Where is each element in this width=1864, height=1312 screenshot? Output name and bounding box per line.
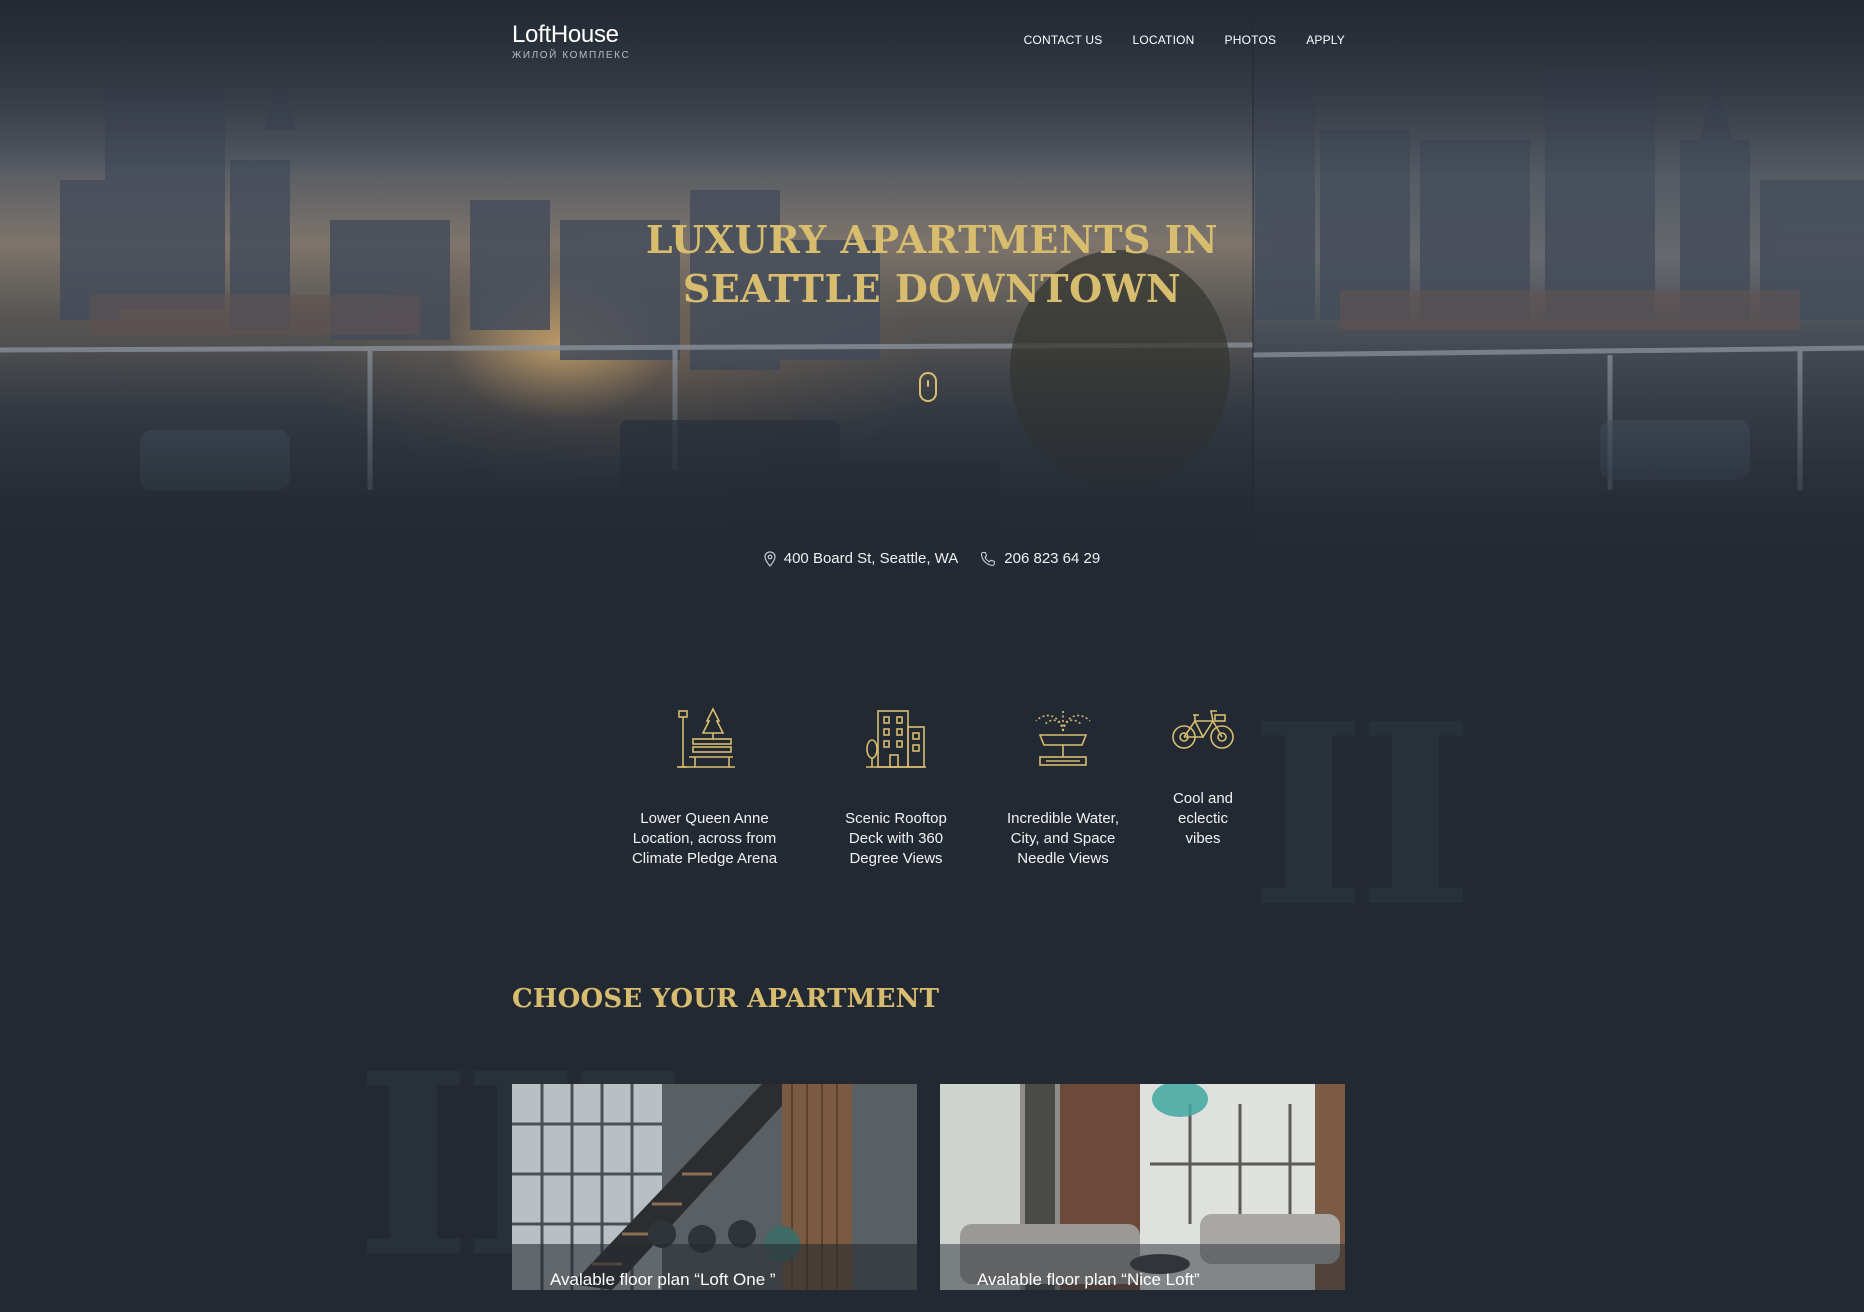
nav-photos[interactable]: PHOTOS bbox=[1225, 33, 1277, 47]
feature-text: Lower Queen Anne Location, across from C… bbox=[631, 810, 778, 867]
phone-icon bbox=[981, 551, 996, 566]
building-icon bbox=[866, 710, 926, 768]
feature-vibes: Cool and eclectic vibes bbox=[1168, 705, 1238, 849]
apartment-card-label: Avalable floor plan “Loft One ” bbox=[550, 1270, 776, 1289]
logo-name: LoftHouse bbox=[512, 21, 619, 48]
hero-section: LUXURY APARTMENTS IN SEATTLE DOWNTOWN 40… bbox=[0, 0, 1864, 580]
main-nav: CONTACT US LOCATION PHOTOS APPLY bbox=[1024, 33, 1345, 47]
contact-bar: 400 Board St, Seattle, WA 206 823 64 29 bbox=[0, 550, 1864, 567]
logo[interactable]: LoftHouse ЖИЛОЙ КОМПЛЕКС bbox=[512, 21, 631, 62]
hero-title-line-2: SEATTLE DOWNTOWN bbox=[682, 266, 1182, 311]
phone-item[interactable]: 206 823 64 29 bbox=[980, 550, 1100, 567]
feature-location: Lower Queen Anne Location, across from C… bbox=[622, 705, 787, 869]
hero-title-line-1: LUXURY APARTMENTS IN bbox=[645, 217, 1219, 262]
logo-subtitle: ЖИЛОЙ КОМПЛЕКС bbox=[512, 50, 631, 61]
bicycle-icon bbox=[1172, 710, 1234, 749]
feature-rooftop: Scenic Rooftop Deck with 360 Degree View… bbox=[826, 705, 966, 869]
hero-title: LUXURY APARTMENTS IN SEATTLE DOWNTOWN bbox=[0, 215, 1864, 313]
phone-text: 206 823 64 29 bbox=[1004, 550, 1101, 567]
site-header: LoftHouse ЖИЛОЙ КОМПЛЕКС CONTACT US LOCA… bbox=[0, 0, 1864, 80]
address-item[interactable]: 400 Board St, Seattle, WA bbox=[764, 550, 959, 567]
apartment-photo-loft-one bbox=[512, 1084, 917, 1290]
scroll-mouse-icon[interactable] bbox=[919, 372, 937, 402]
apartment-card-nice-loft[interactable]: Avalable floor plan “Nice Loft” bbox=[940, 1084, 1345, 1290]
apartment-card-loft-one[interactable]: Avalable floor plan “Loft One ” bbox=[512, 1084, 917, 1290]
feature-text: Cool and eclectic vibes bbox=[1172, 790, 1234, 847]
feature-text: Incredible Water, City, and Space Needle… bbox=[1007, 810, 1119, 867]
feature-views: Incredible Water, City, and Space Needle… bbox=[992, 705, 1134, 869]
apartment-card-label: Avalable floor plan “Nice Loft” bbox=[977, 1270, 1200, 1289]
fountain-icon bbox=[1035, 711, 1091, 766]
nav-apply[interactable]: APPLY bbox=[1306, 33, 1345, 47]
feature-text: Scenic Rooftop Deck with 360 Degree View… bbox=[845, 810, 947, 867]
nav-contact-us[interactable]: CONTACT US bbox=[1024, 33, 1103, 47]
nav-location[interactable]: LOCATION bbox=[1132, 33, 1194, 47]
location-pin-icon bbox=[764, 550, 776, 567]
apartments-title: CHOOSE YOUR APARTMENT bbox=[512, 984, 940, 1014]
features-section: Lower Queen Anne Location, across from C… bbox=[0, 705, 1864, 945]
address-text: 400 Board St, Seattle, WA bbox=[783, 550, 959, 567]
park-bench-icon bbox=[676, 707, 735, 768]
apartment-photo-nice-loft bbox=[940, 1084, 1345, 1290]
